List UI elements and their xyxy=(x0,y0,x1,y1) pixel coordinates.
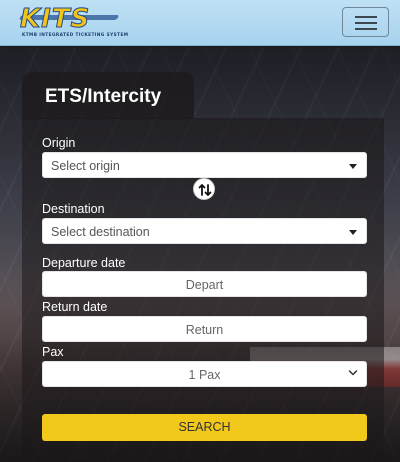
hamburger-menu-icon-bar xyxy=(355,16,377,18)
return-date-label: Return date xyxy=(42,300,108,314)
logo-mark: KITS xyxy=(19,4,91,34)
destination-label: Destination xyxy=(42,202,105,216)
origin-select-value: Select origin xyxy=(51,159,120,173)
caret-down-icon xyxy=(349,230,357,235)
destination-select[interactable]: Select destination xyxy=(42,218,367,244)
swap-vertical-icon xyxy=(198,184,212,196)
origin-label: Origin xyxy=(42,136,76,150)
tab-title: ETS/Intercity xyxy=(45,86,162,107)
swap-stations-button[interactable] xyxy=(193,178,215,200)
caret-down-icon xyxy=(349,164,357,169)
departure-date-input[interactable]: Depart xyxy=(42,271,367,297)
hamburger-menu-icon-bar xyxy=(355,28,377,30)
logo-subtitle: KTMB INTEGRATED TICKETING SYSTEM xyxy=(22,33,129,38)
pax-label: Pax xyxy=(42,345,64,359)
kits-logo[interactable]: KITS KTMB INTEGRATED TICKETING SYSTEM xyxy=(18,4,128,40)
pax-select-value: 1 Pax xyxy=(188,368,221,382)
tab-ets-intercity[interactable]: ETS/Intercity xyxy=(22,72,194,119)
search-button[interactable]: SEARCH xyxy=(42,414,367,441)
top-navbar: KITS KTMB INTEGRATED TICKETING SYSTEM xyxy=(0,0,400,46)
origin-select[interactable]: Select origin xyxy=(42,152,367,178)
departure-date-label: Departure date xyxy=(42,256,126,270)
chevron-down-icon xyxy=(348,370,358,376)
hamburger-menu-button[interactable] xyxy=(342,7,389,37)
departure-date-placeholder: Depart xyxy=(185,278,224,292)
pax-select[interactable]: 1 Pax xyxy=(42,361,367,387)
return-date-input[interactable]: Return xyxy=(42,316,367,342)
return-date-placeholder: Return xyxy=(185,323,224,337)
destination-select-value: Select destination xyxy=(51,225,150,239)
hamburger-menu-icon-bar xyxy=(355,22,377,24)
